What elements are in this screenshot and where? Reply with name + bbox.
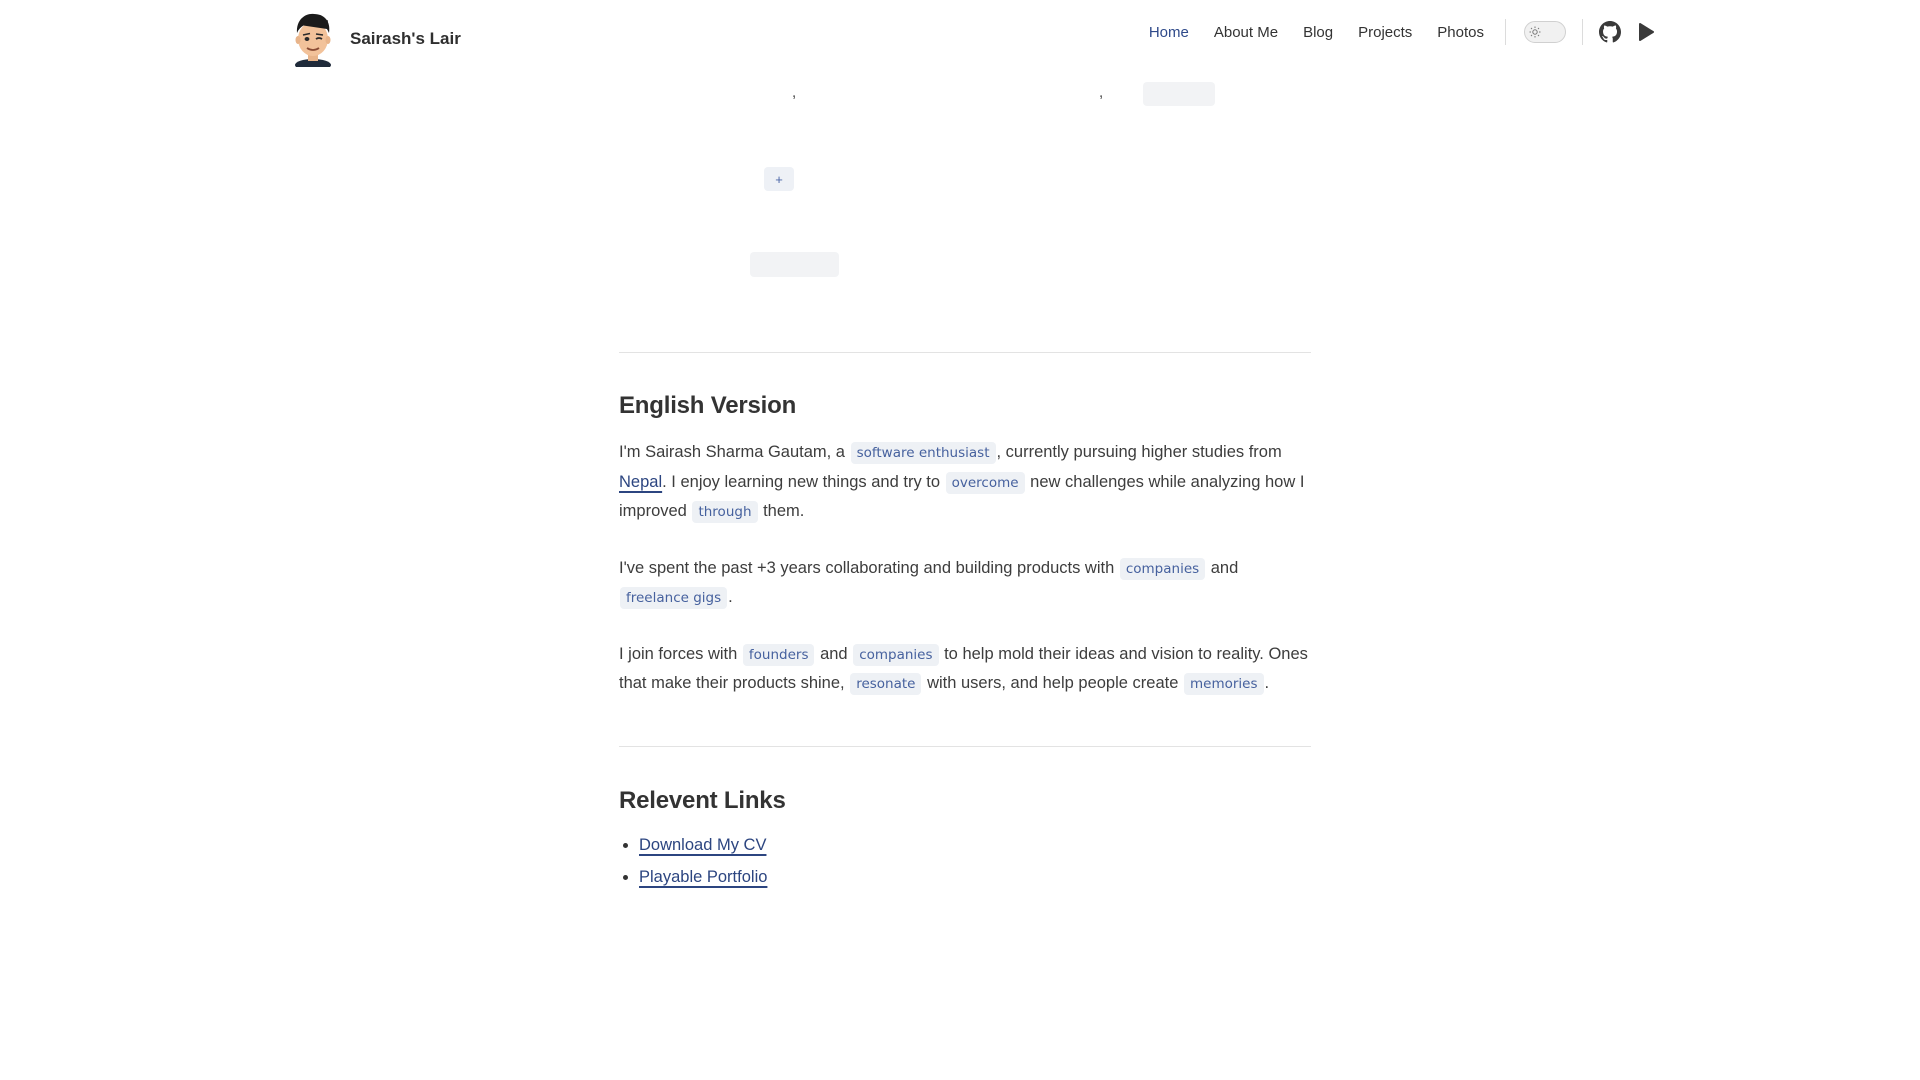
play-link[interactable]: [1633, 19, 1659, 45]
github-link[interactable]: [1597, 19, 1623, 45]
nav-blog[interactable]: Blog: [1303, 24, 1333, 41]
list-item: Download My CV: [639, 829, 1311, 861]
ghost-comma: ,: [792, 84, 797, 101]
mission-paragraph: I join forces with founders and companie…: [619, 640, 1311, 699]
text: , currently pursuing higher studies from: [996, 443, 1282, 461]
avatar: [295, 13, 331, 67]
tag-founders: founders: [742, 643, 815, 666]
tag-companies: companies: [853, 643, 939, 666]
text: with users, and help people create: [922, 674, 1183, 692]
links-heading: Relevent Links: [619, 787, 786, 814]
tag-software-enthusiast: software enthusiast: [850, 442, 996, 464]
play-icon: [1639, 23, 1654, 41]
site-title: Sairash's Lair: [350, 29, 461, 48]
text: .: [1264, 674, 1270, 692]
links-section: Relevent Links Download My CV Playable P…: [619, 787, 1311, 893]
tag-companies: companies: [1119, 557, 1206, 580]
text: I join forces with: [619, 644, 742, 663]
nav-projects[interactable]: Projects: [1358, 24, 1412, 41]
tag-memories: memories: [1183, 673, 1264, 695]
english-section: English Version I'm Sairash Sharma Gauta…: [619, 392, 1311, 699]
tag-overcome: overcome: [945, 471, 1025, 494]
nav-photos[interactable]: Photos: [1437, 24, 1484, 41]
theme-toggle[interactable]: [1524, 21, 1566, 43]
ghost-tag: [750, 252, 839, 277]
site-header: Sairash's Lair Home About Me Blog Projec…: [0, 0, 1920, 78]
section-divider: [619, 746, 1311, 747]
github-icon: [1599, 21, 1621, 43]
text: and: [1206, 558, 1239, 577]
text: them.: [758, 502, 805, 520]
text: I've spent the past +3 years collaborati…: [619, 558, 1119, 577]
intro-paragraph: I'm Sairash Sharma Gautam, a software en…: [619, 438, 1311, 527]
playable-portfolio-link[interactable]: Playable Portfolio: [639, 868, 767, 886]
text: and: [815, 644, 853, 663]
tag-freelance-gigs: freelance gigs: [620, 587, 728, 609]
english-heading: English Version: [619, 392, 797, 419]
ghost-plus-tag: +: [764, 167, 794, 191]
links-list: Download My CV Playable Portfolio: [619, 829, 1311, 893]
ghost-tag: [1143, 82, 1215, 106]
experience-paragraph: I've spent the past +3 years collaborati…: [619, 554, 1311, 613]
nav-home[interactable]: Home: [1149, 24, 1189, 41]
main-nav: Home About Me Blog Projects Photos: [1149, 14, 1659, 50]
download-cv-link[interactable]: Download My CV: [639, 836, 766, 854]
tag-resonate: resonate: [850, 673, 922, 695]
tag-through: through: [692, 501, 758, 523]
brand-home-link[interactable]: Sairash's Lair: [290, 10, 461, 68]
nav-divider: [1582, 19, 1583, 45]
list-item: Playable Portfolio: [639, 861, 1311, 893]
nav-about-me[interactable]: About Me: [1214, 24, 1278, 41]
ghost-comma: ,: [1099, 84, 1104, 101]
text: .: [728, 588, 733, 606]
nav-divider: [1505, 19, 1506, 45]
nepal-link[interactable]: Nepal: [619, 473, 662, 491]
text: I'm Sairash Sharma Gautam, a: [619, 443, 850, 461]
sun-icon: [1529, 26, 1541, 38]
section-divider: [619, 352, 1311, 353]
text: . I enjoy learning new things and try to: [662, 472, 945, 491]
